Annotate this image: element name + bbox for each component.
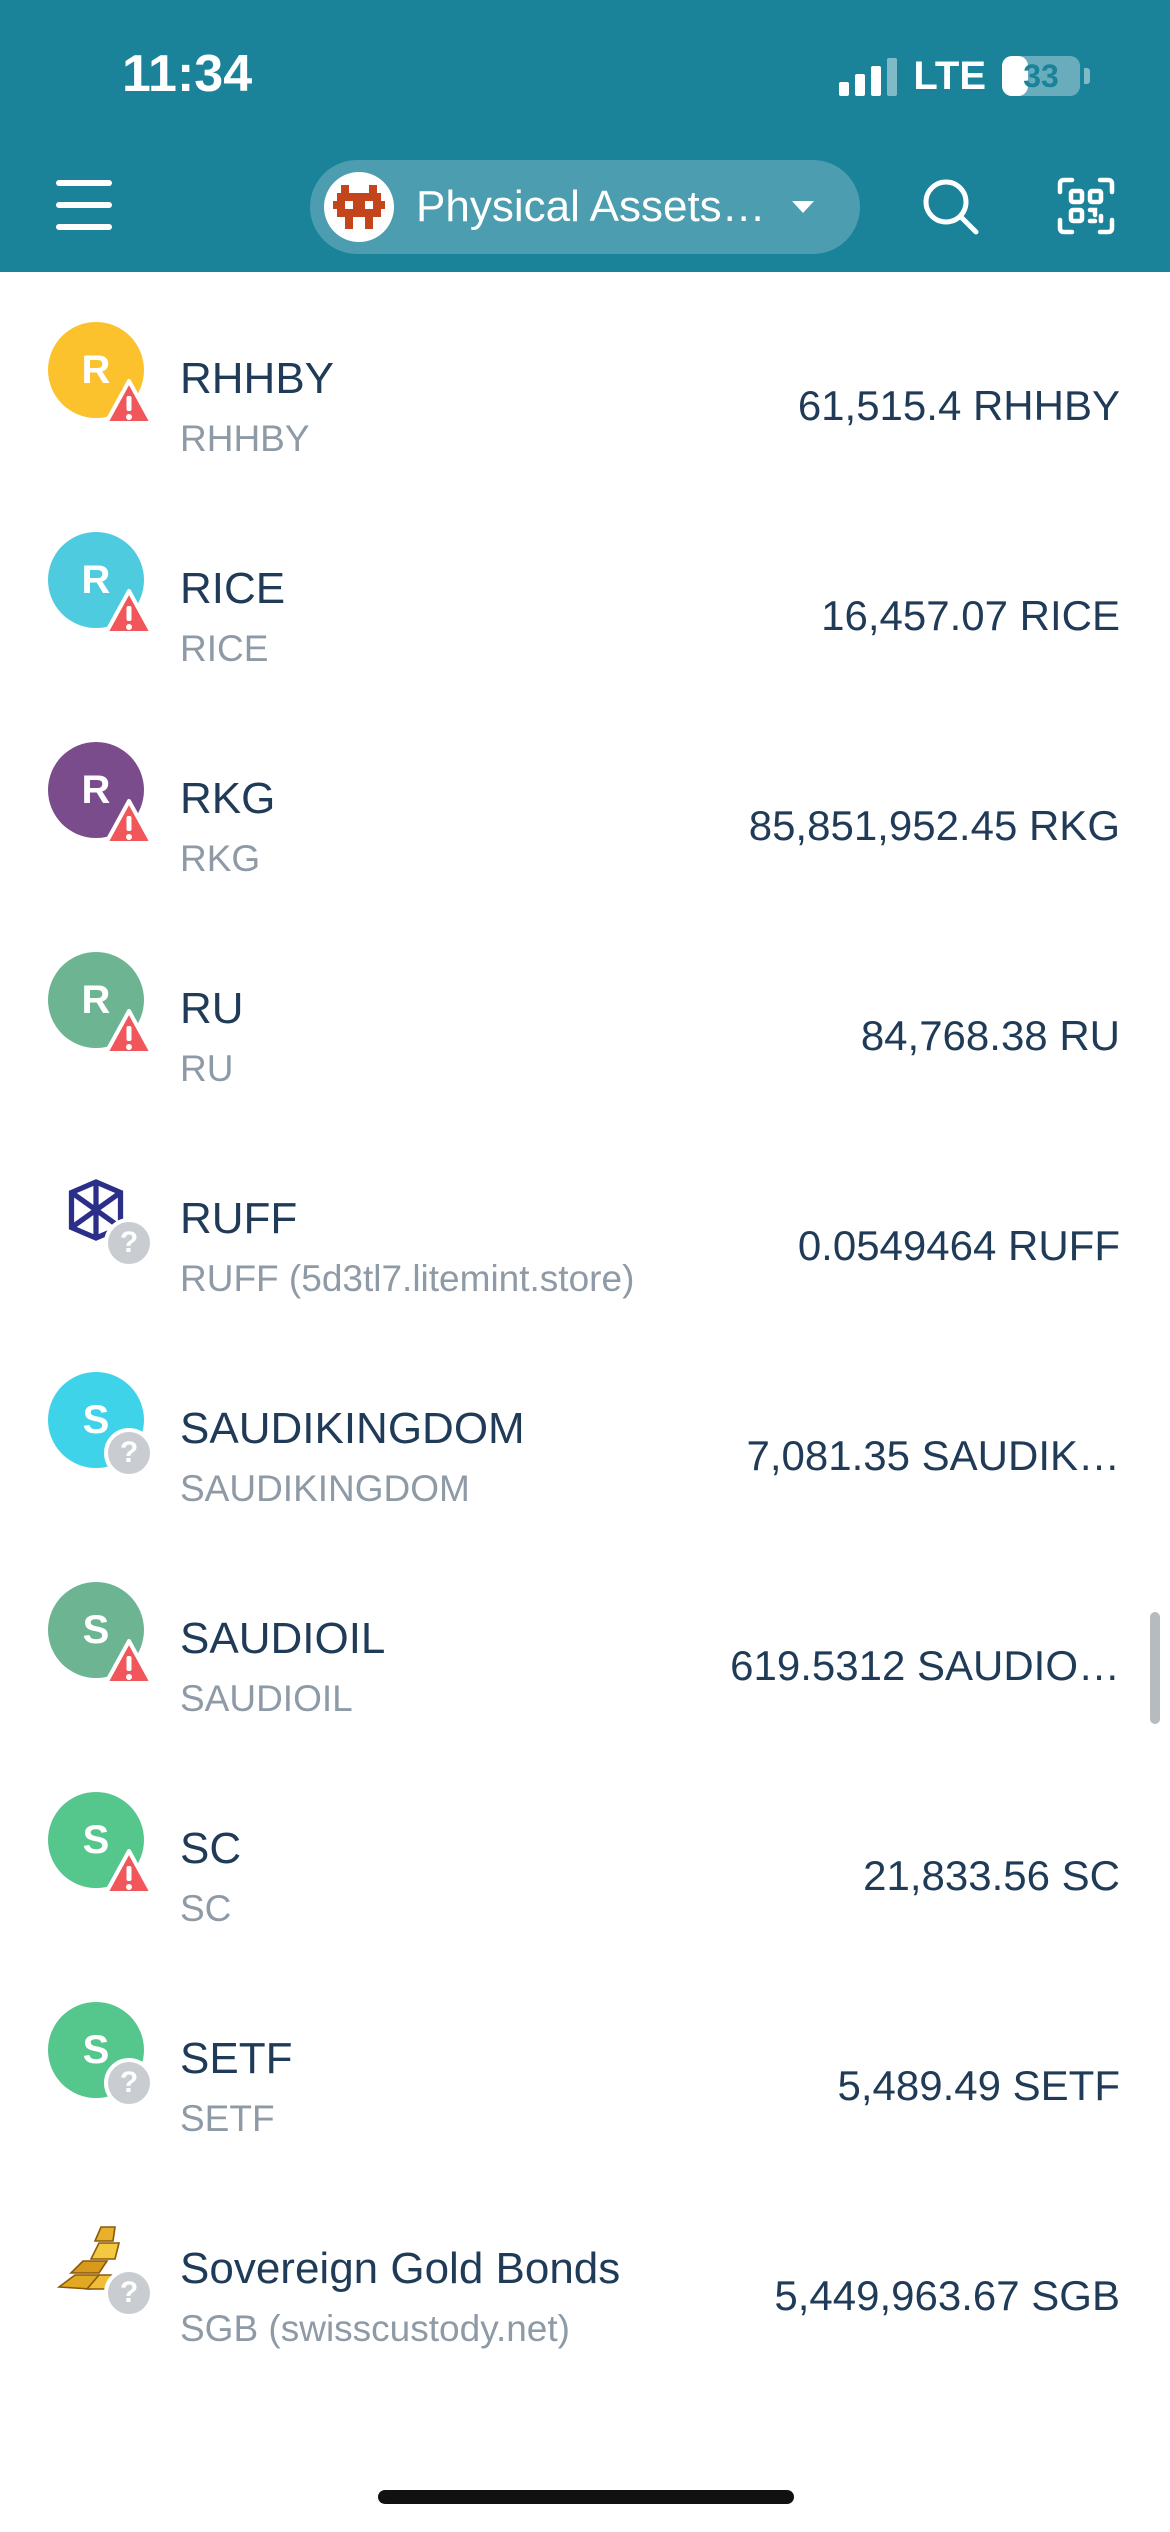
asset-icon: S? (48, 1372, 154, 1478)
question-mark-icon: ? (104, 2268, 154, 2318)
asset-icon: S (48, 1582, 154, 1685)
asset-name: RICE (180, 564, 286, 613)
asset-row[interactable]: R RICE RICE 16,457.07 RICE (0, 482, 1170, 692)
asset-balance: 7,081.35 SAUDIK… (746, 1432, 1120, 1479)
asset-balance: 84,768.38 RU (860, 1012, 1120, 1059)
asset-icon: R (48, 742, 154, 845)
warning-icon (104, 1848, 154, 1898)
asset-name: Sovereign Gold Bonds (180, 2244, 621, 2293)
warning-icon (104, 798, 154, 848)
asset-name: SAUDIOIL (180, 1614, 386, 1663)
asset-code: RHHBY (180, 418, 310, 459)
asset-name: RUFF (180, 1194, 298, 1243)
account-name: Physical Assets… (416, 182, 766, 231)
asset-name: SETF (180, 2034, 293, 2083)
question-mark-icon: ? (104, 1218, 154, 1268)
asset-code: RKG (180, 838, 261, 879)
asset-list: R RHHBY RHHBY 61,515.4 RHHBY R RICE RICE 16,457… (0, 272, 1170, 2372)
asset-row[interactable]: ? RUFF RUFF (5d3tl7.litemint.store) 0.05494… (0, 1112, 1170, 1322)
asset-icon: R (48, 322, 154, 425)
network-label: LTE (913, 53, 986, 98)
asset-icon: ? (48, 1162, 154, 1268)
asset-name: SC (180, 1824, 242, 1873)
asset-code: SETF (180, 2098, 275, 2139)
asset-icon: ? (48, 2212, 154, 2318)
search-icon[interactable] (920, 176, 980, 236)
scrollbar[interactable] (1150, 1612, 1160, 1724)
asset-row[interactable]: S SC SC 21,833.56 SC (0, 1742, 1170, 1952)
asset-icon: R (48, 532, 154, 635)
asset-row[interactable]: S? SAUDIKINGDOM SAUDIKINGDOM 7,081.35 SAUDI… (0, 1322, 1170, 1532)
asset-name: RKG (180, 774, 276, 823)
warning-icon (104, 1638, 154, 1688)
asset-row[interactable]: R RHHBY RHHBY 61,515.4 RHHBY (0, 272, 1170, 482)
asset-balance: 5,489.49 SETF (837, 2062, 1121, 2109)
asset-name: RHHBY (180, 354, 335, 403)
question-mark-icon: ? (104, 1428, 154, 1478)
qr-scan-icon[interactable] (1056, 176, 1116, 236)
asset-balance: 0.0549464 RUFF (797, 1222, 1120, 1269)
warning-icon (104, 1008, 154, 1058)
battery-level: 33 (1023, 58, 1059, 94)
signal-icon (839, 56, 898, 96)
asset-icon: R (48, 952, 154, 1055)
asset-code: SAUDIOIL (180, 1678, 353, 1719)
question-mark-icon: ? (104, 2058, 154, 2108)
asset-row[interactable]: S SAUDIOIL SAUDIOIL 619.5312 SAUDIO… (0, 1532, 1170, 1742)
warning-icon (104, 378, 154, 428)
status-time: 11:34 (122, 45, 253, 103)
battery-icon: 33 (1002, 56, 1080, 96)
asset-balance: 21,833.56 SC (863, 1852, 1120, 1899)
home-indicator[interactable] (378, 2490, 794, 2504)
asset-name: RU (180, 984, 244, 1033)
asset-icon: S (48, 1792, 154, 1895)
asset-code: SAUDIKINGDOM (180, 1468, 470, 1509)
asset-code: SC (180, 1888, 232, 1929)
asset-balance: 61,515.4 RHHBY (797, 382, 1120, 429)
asset-code: SGB (swisscustody.net) (180, 2308, 570, 2349)
asset-code: RUFF (5d3tl7.litemint.store) (180, 1258, 635, 1299)
app-header: 11:34 LTE 33 Physical Assets… (0, 0, 1170, 272)
asset-balance: 16,457.07 RICE (821, 592, 1120, 639)
asset-balance: 85,851,952.45 RKG (748, 802, 1120, 849)
warning-icon (104, 588, 154, 638)
asset-row[interactable]: S? SETF SETF 5,489.49 SETF (0, 1952, 1170, 2162)
chevron-down-icon (792, 201, 814, 213)
status-indicators: LTE 33 (839, 52, 1090, 100)
asset-balance: 619.5312 SAUDIO… (730, 1642, 1120, 1689)
asset-name: SAUDIKINGDOM (180, 1404, 525, 1453)
asset-code: RU (180, 1048, 234, 1089)
asset-row[interactable]: R RU RU 84,768.38 RU (0, 902, 1170, 1112)
asset-icon: S? (48, 2002, 154, 2108)
hamburger-menu-icon[interactable] (56, 180, 112, 230)
asset-balance: 5,449,963.67 SGB (774, 2272, 1120, 2319)
asset-row[interactable]: R RKG RKG 85,851,952.45 RKG (0, 692, 1170, 902)
asset-code: RICE (180, 628, 269, 669)
asset-row[interactable]: ? Sovereign Gold Bonds SGB (swisscustody.n… (0, 2162, 1170, 2372)
account-avatar-icon (324, 172, 394, 242)
account-selector[interactable]: Physical Assets… (310, 160, 860, 254)
battery-tip (1084, 68, 1090, 84)
